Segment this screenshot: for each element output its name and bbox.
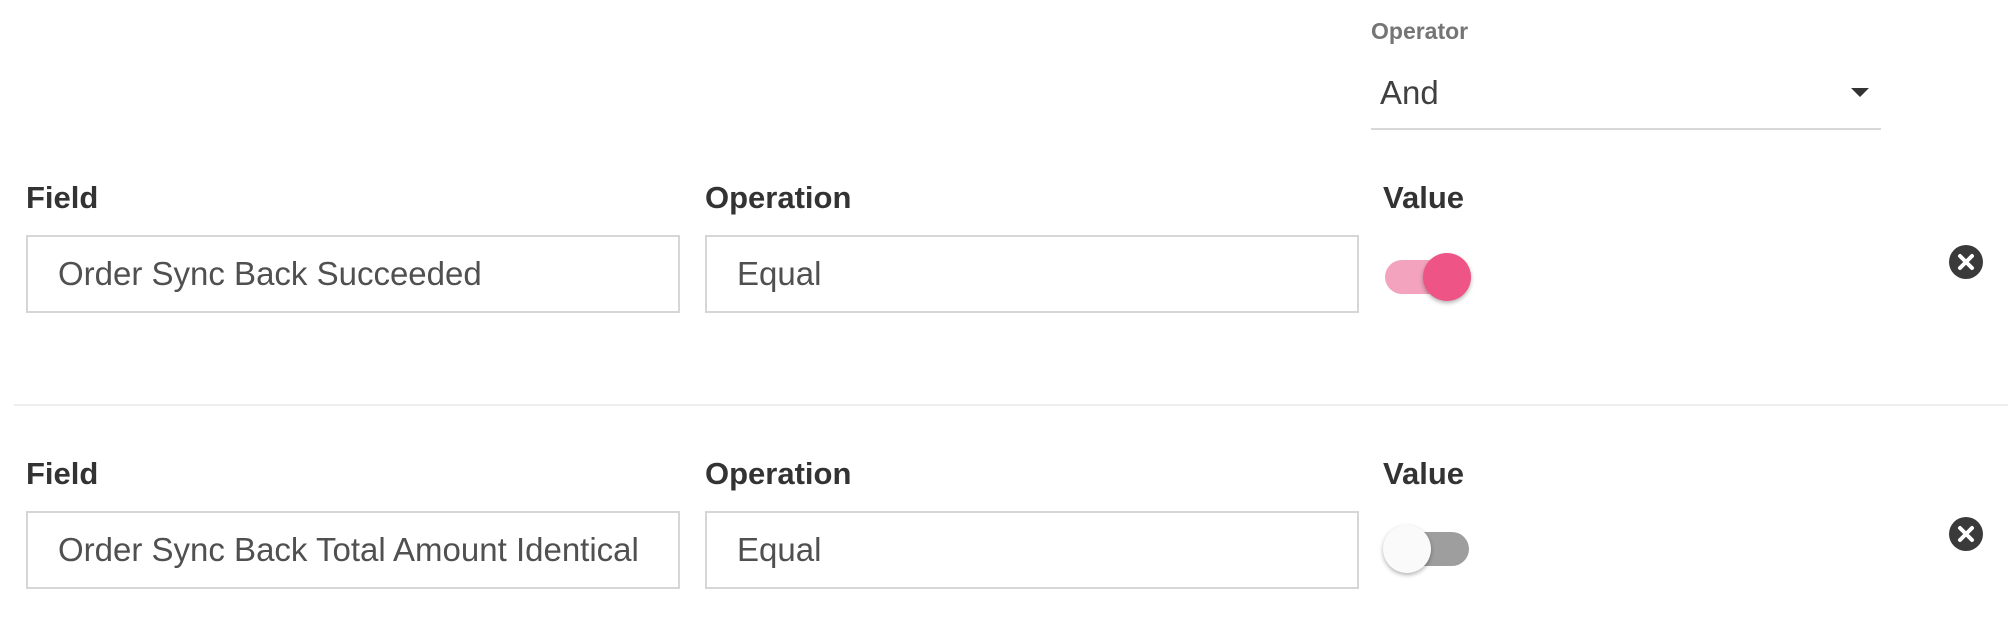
- remove-condition-button[interactable]: [1949, 517, 1983, 551]
- toggle-knob: [1383, 525, 1431, 573]
- field-input[interactable]: [26, 511, 680, 589]
- field-label: Field: [26, 456, 99, 491]
- operator-group: Operator And: [1371, 14, 1881, 130]
- value-toggle[interactable]: [1383, 246, 1471, 302]
- condition-row: Field Operation Value: [0, 180, 2008, 330]
- operation-label: Operation: [705, 456, 852, 491]
- remove-condition-button[interactable]: [1949, 245, 1983, 279]
- close-circle-icon: [1958, 526, 1974, 542]
- operator-value: And: [1380, 74, 1439, 111]
- value-toggle[interactable]: [1383, 518, 1471, 574]
- value-label: Value: [1383, 456, 1464, 491]
- operator-label: Operator: [1371, 18, 1469, 44]
- operation-label: Operation: [705, 180, 852, 215]
- caret-down-icon: [1851, 88, 1869, 97]
- field-label: Field: [26, 180, 99, 215]
- field-input[interactable]: [26, 235, 680, 313]
- condition-row: Field Operation Value: [0, 456, 2008, 606]
- toggle-knob: [1423, 253, 1471, 301]
- row-divider: [14, 404, 2008, 406]
- operation-input[interactable]: [705, 511, 1359, 589]
- operator-select[interactable]: And: [1371, 54, 1881, 130]
- operation-input[interactable]: [705, 235, 1359, 313]
- close-circle-icon: [1958, 254, 1974, 270]
- value-label: Value: [1383, 180, 1464, 215]
